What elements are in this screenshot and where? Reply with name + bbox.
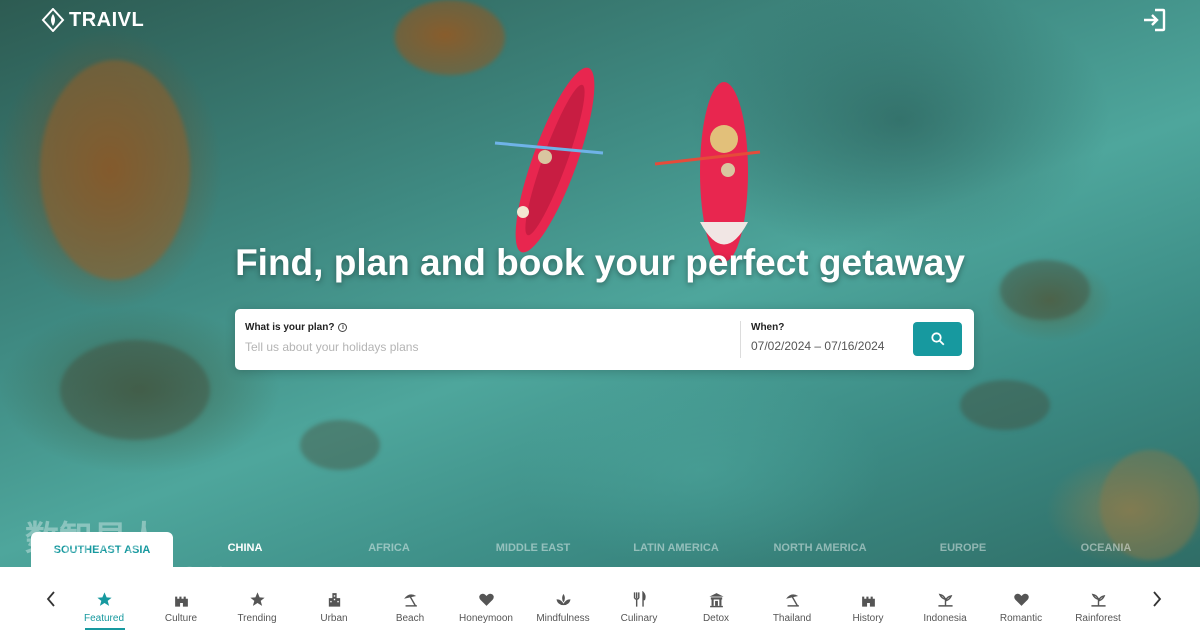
category-detox[interactable]: Detox xyxy=(680,591,752,624)
when-label: When? xyxy=(751,322,785,333)
region-tab-africa[interactable]: AFRICA xyxy=(368,542,410,554)
brand-name: TRAIVL xyxy=(69,8,145,31)
category-history[interactable]: History xyxy=(832,591,904,624)
kayak-image-right xyxy=(654,82,761,262)
login-icon xyxy=(1144,8,1166,32)
search-form: What is your plan? i When? 07/02/2024 – … xyxy=(235,309,974,370)
heart-icon xyxy=(1013,593,1029,606)
sprout-icon xyxy=(937,593,953,607)
kayak-image-left xyxy=(494,67,604,253)
category-label: Romantic xyxy=(999,613,1043,624)
category-label: Trending xyxy=(237,613,277,624)
category-label: History xyxy=(852,613,884,624)
utensils-icon xyxy=(633,591,646,607)
category-label: Culinary xyxy=(620,613,658,624)
region-tabs: SOUTHEAST ASIA CHINA AFRICA MIDDLE EAST … xyxy=(0,532,1200,567)
search-divider xyxy=(740,321,741,358)
region-tab-europe[interactable]: EUROPE xyxy=(940,542,986,554)
category-mindfulness[interactable]: Mindfulness xyxy=(527,591,599,624)
search-button[interactable] xyxy=(913,322,962,356)
beach-umbrella-icon xyxy=(785,594,799,607)
category-romantic[interactable]: Romantic xyxy=(985,591,1057,624)
category-label: Thailand xyxy=(772,613,812,624)
hero-headline: Find, plan and book your perfect getaway xyxy=(235,242,965,283)
category-label: Featured xyxy=(83,613,125,624)
region-tab-middle-east[interactable]: MIDDLE EAST xyxy=(496,542,571,554)
category-featured[interactable]: Featured xyxy=(68,591,140,624)
category-urban[interactable]: Urban xyxy=(298,591,370,624)
heart-icon xyxy=(478,593,494,606)
category-culture[interactable]: Culture xyxy=(145,591,217,624)
compass-logo-icon xyxy=(41,8,65,32)
category-label: Mindfulness xyxy=(536,613,590,624)
category-bar: Featured Culture Trending Urban Beach Ho… xyxy=(0,567,1200,630)
region-tab-china[interactable]: CHINA xyxy=(228,542,263,554)
region-tab-southeast-asia[interactable]: SOUTHEAST ASIA xyxy=(31,532,173,567)
region-tab-oceania[interactable]: OCEANIA xyxy=(1081,542,1132,554)
search-icon xyxy=(930,332,944,346)
prev-button[interactable] xyxy=(41,587,61,611)
category-rainforest[interactable]: Rainforest xyxy=(1062,591,1134,624)
brand-logo[interactable]: TRAIVL xyxy=(41,8,144,32)
castle-icon xyxy=(861,596,875,607)
next-button[interactable] xyxy=(1147,587,1167,611)
plan-label: What is your plan? xyxy=(245,322,335,333)
plan-input[interactable] xyxy=(245,338,725,356)
category-honeymoon[interactable]: Honeymoon xyxy=(450,591,522,624)
date-range-field[interactable]: 07/02/2024 – 07/16/2024 xyxy=(751,339,884,353)
building-icon xyxy=(328,593,340,607)
region-tab-north-america[interactable]: NORTH AMERICA xyxy=(773,542,866,554)
login-button[interactable] xyxy=(1141,7,1167,33)
category-beach[interactable]: Beach xyxy=(374,591,446,624)
category-label: Beach xyxy=(395,613,425,624)
info-icon[interactable]: i xyxy=(338,323,348,332)
category-label: Honeymoon xyxy=(459,613,513,624)
category-label: Rainforest xyxy=(1075,613,1121,624)
category-indonesia[interactable]: Indonesia xyxy=(909,591,981,624)
category-label: Indonesia xyxy=(923,613,967,624)
star-icon xyxy=(96,592,112,606)
chevron-right-icon xyxy=(1153,591,1162,607)
category-label: Culture xyxy=(164,613,198,624)
castle-icon xyxy=(174,596,188,607)
sprout-icon xyxy=(1090,593,1106,607)
star-icon xyxy=(249,592,265,606)
chevron-left-icon xyxy=(46,591,55,607)
category-trending[interactable]: Trending xyxy=(221,591,293,624)
temple-icon xyxy=(708,593,724,608)
category-label: Urban xyxy=(320,613,348,624)
region-tab-latin-america[interactable]: LATIN AMERICA xyxy=(633,542,719,554)
category-label: Detox xyxy=(702,613,730,624)
category-culinary[interactable]: Culinary xyxy=(603,591,675,624)
category-thailand[interactable]: Thailand xyxy=(756,591,828,624)
plan-label-row: What is your plan? i xyxy=(245,322,348,333)
lotus-icon xyxy=(555,593,571,606)
beach-umbrella-icon xyxy=(403,594,417,607)
